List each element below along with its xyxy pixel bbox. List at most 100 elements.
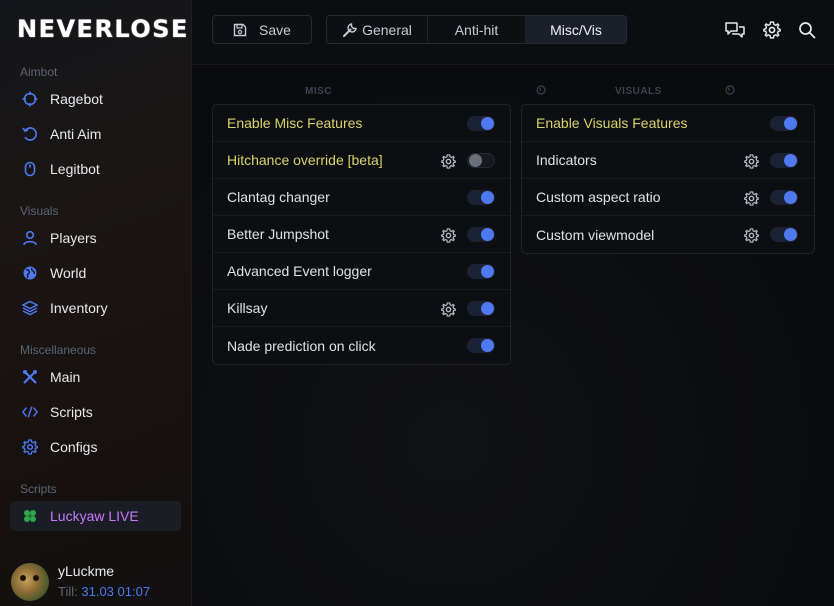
setting-row-nade-prediction-on-click: Nade prediction on click	[213, 327, 510, 364]
toggle-switch[interactable]	[770, 116, 798, 131]
sidebar-item-label: Players	[50, 230, 97, 246]
clover-icon	[22, 508, 38, 524]
sidebar-item-inventory[interactable]: Inventory	[10, 293, 181, 323]
till-label: Till:	[58, 584, 78, 599]
search-icon[interactable]	[796, 19, 818, 41]
section-label-scripts: Scripts	[20, 482, 57, 496]
crosshair-icon	[22, 91, 38, 107]
setting-row-better-jumpshot: Better Jumpshot	[213, 216, 510, 253]
user-icon	[22, 230, 38, 246]
setting-label: Indicators	[536, 152, 597, 168]
sidebar-item-legitbot[interactable]: Legitbot	[10, 154, 181, 184]
sidebar-item-scripts[interactable]: Scripts	[10, 397, 181, 427]
settings-gear-icon[interactable]	[743, 190, 759, 206]
sidebar-item-configs[interactable]: Configs	[10, 432, 181, 462]
setting-row-enable-misc-features: Enable Misc Features	[213, 105, 510, 142]
save-button[interactable]: Save	[212, 15, 312, 44]
visuals-header: VISUALS	[615, 86, 662, 97]
subscription-till: Till: 31.03 01:07	[58, 584, 150, 599]
settings-gear-icon[interactable]	[743, 227, 759, 243]
toggle-switch[interactable]	[467, 116, 495, 131]
setting-row-custom-aspect-ratio: Custom aspect ratio	[522, 179, 814, 216]
user-profile: yLuckme Till: 31.03 01:07	[11, 563, 186, 601]
misc-header: MISC	[305, 86, 332, 97]
globe-small-icon	[536, 85, 546, 98]
settings-gear-icon[interactable]	[440, 301, 456, 317]
sidebar-item-label: Inventory	[50, 300, 108, 316]
toggle-switch[interactable]	[467, 264, 495, 279]
toggle-switch[interactable]	[770, 190, 798, 205]
setting-label: Advanced Event logger	[227, 263, 372, 279]
visuals-panel: Enable Visuals Features Indicators Custom …	[521, 104, 815, 254]
toggle-switch[interactable]	[770, 227, 798, 242]
avatar[interactable]	[11, 563, 49, 601]
tab-general[interactable]: General	[327, 16, 428, 43]
sidebar-item-label: World	[50, 265, 87, 281]
sidebar-item-players[interactable]: Players	[10, 223, 181, 253]
toggle-switch[interactable]	[467, 153, 495, 168]
tab-label: Misc/Vis	[550, 21, 602, 38]
sidebar-item-world[interactable]: World	[10, 258, 181, 288]
toggle-knob	[481, 191, 494, 204]
settings-gear-icon[interactable]	[440, 153, 456, 169]
settings-gear-icon[interactable]	[743, 153, 759, 169]
setting-label: Enable Misc Features	[227, 115, 363, 131]
chat-icon[interactable]	[724, 19, 746, 41]
toggle-knob	[784, 228, 797, 241]
sidebar-item-label: Anti Aim	[50, 126, 102, 142]
sidebar: NEVERLOSE Aimbot Ragebot Anti Aim Legitb…	[0, 0, 192, 606]
sidebar-item-label: Configs	[50, 439, 98, 455]
setting-row-advanced-event-logger: Advanced Event logger	[213, 253, 510, 290]
sidebar-item-label: Ragebot	[50, 91, 103, 107]
setting-row-enable-visuals-features: Enable Visuals Features	[522, 105, 814, 142]
code-icon	[22, 404, 38, 420]
misc-panel: Enable Misc Features Hitchance override […	[212, 104, 511, 365]
toggle-switch[interactable]	[467, 227, 495, 242]
setting-label: Custom aspect ratio	[536, 189, 661, 205]
tab-anti-hit[interactable]: Anti-hit	[428, 16, 526, 43]
setting-label: Custom viewmodel	[536, 226, 655, 243]
toggle-switch[interactable]	[467, 301, 495, 316]
setting-label: Killsay	[227, 300, 268, 316]
floppy-disk-icon	[233, 23, 247, 37]
setting-row-hitchance-override-beta: Hitchance override [beta]	[213, 142, 510, 179]
settings-gear-icon[interactable]	[440, 227, 456, 243]
toggle-knob	[481, 265, 494, 278]
toggle-switch[interactable]	[770, 153, 798, 168]
toggle-knob	[481, 302, 494, 315]
layers-icon	[22, 300, 38, 316]
top-bar: Save General Anti-hit Misc/Vis	[192, 0, 834, 65]
tools-icon	[22, 369, 38, 385]
section-label-miscellaneous: Miscellaneous	[20, 343, 97, 357]
toggle-switch[interactable]	[467, 190, 495, 205]
gear-icon[interactable]	[761, 19, 783, 41]
setting-row-indicators: Indicators	[522, 142, 814, 179]
setting-label: Hitchance override [beta]	[227, 152, 383, 168]
setting-label: Better Jumpshot	[227, 226, 329, 242]
toggle-knob	[469, 154, 482, 167]
sidebar-item-main[interactable]: Main	[10, 362, 181, 392]
tab-bar: General Anti-hit Misc/Vis	[326, 15, 627, 44]
tab-misc-vis[interactable]: Misc/Vis	[526, 16, 626, 43]
toggle-knob	[784, 191, 797, 204]
setting-label: Clantag changer	[227, 189, 330, 205]
tab-label: General	[362, 21, 412, 38]
globe-small-icon	[725, 85, 735, 98]
sidebar-item-anti-aim[interactable]: Anti Aim	[10, 119, 181, 149]
toggle-knob	[481, 228, 494, 241]
app-logo: NEVERLOSE	[17, 15, 189, 43]
globe-icon	[22, 265, 38, 281]
tab-label: Anti-hit	[454, 21, 499, 38]
till-date: 31.03 01:07	[81, 584, 151, 599]
toggle-switch[interactable]	[467, 338, 495, 353]
sidebar-item-luckyaw-live[interactable]: Luckyaw LIVE	[10, 501, 181, 531]
sidebar-item-ragebot[interactable]: Ragebot	[10, 84, 181, 114]
toggle-knob	[784, 154, 797, 167]
wrench-icon	[342, 22, 358, 38]
setting-row-clantag-changer: Clantag changer	[213, 179, 510, 216]
toggle-knob	[481, 117, 494, 130]
setting-row-killsay: Killsay	[213, 290, 510, 327]
sidebar-item-label: Luckyaw LIVE	[50, 508, 139, 524]
save-label: Save	[259, 21, 291, 38]
rotate-icon	[22, 126, 38, 142]
